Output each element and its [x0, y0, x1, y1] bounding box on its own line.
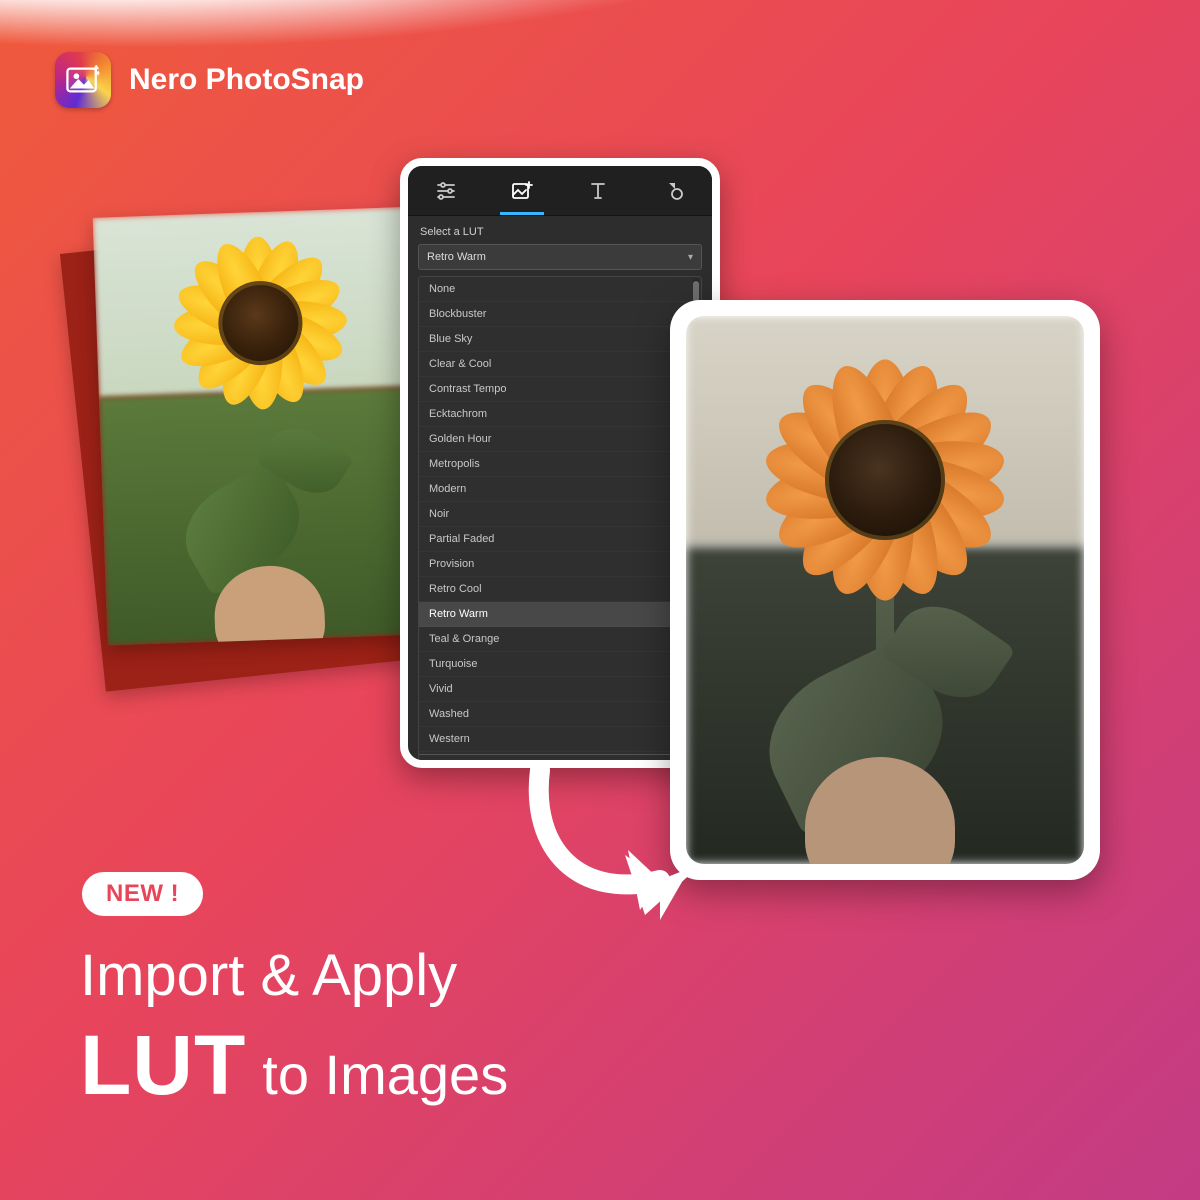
app-name: Nero PhotoSnap [129, 63, 364, 97]
lut-option[interactable]: Golden Hour [419, 427, 701, 452]
tab-adjust[interactable] [416, 166, 476, 215]
headline-line1: Import & Apply [80, 942, 508, 1010]
lut-select[interactable]: Retro Warm ▾ [418, 244, 702, 270]
promo-stage: Nero PhotoSnap [0, 0, 1200, 1200]
app-header: Nero PhotoSnap [55, 52, 364, 108]
lut-option[interactable]: Clear & Cool [419, 352, 701, 377]
lut-select-value: Retro Warm [427, 251, 486, 263]
lut-option[interactable]: Vivid [419, 677, 701, 702]
lut-option[interactable]: Western [419, 727, 701, 752]
photo-result-card [670, 300, 1100, 880]
app-icon [55, 52, 111, 108]
headline-lut: LUT [80, 1016, 246, 1115]
lut-option[interactable]: Partial Faded [419, 527, 701, 552]
panel-tab-bar [408, 166, 712, 216]
chevron-down-icon: ▾ [688, 252, 693, 263]
photo-original [93, 206, 436, 645]
lut-option[interactable]: Contrast Tempo [419, 377, 701, 402]
headline-tail: to Images [262, 1042, 508, 1108]
section-label: Select a LUT [408, 216, 712, 244]
tab-text[interactable] [568, 166, 628, 215]
tab-shapes[interactable] [644, 166, 704, 215]
headline: Import & Apply LUT to Images [80, 942, 508, 1116]
open-lut-file[interactable]: Open the LUT file [419, 754, 701, 768]
lut-option[interactable]: Blockbuster [419, 302, 701, 327]
lut-option[interactable]: Retro Warm [419, 602, 701, 627]
lut-option[interactable]: Modern [419, 477, 701, 502]
lut-option[interactable]: Blue Sky [419, 327, 701, 352]
tab-lut[interactable] [492, 166, 552, 215]
lut-option-list: NoneBlockbusterBlue SkyClear & CoolContr… [418, 276, 702, 768]
lut-option[interactable]: Ecktachrom [419, 402, 701, 427]
lut-option[interactable]: Retro Cool [419, 577, 701, 602]
lut-option[interactable]: Noir [419, 502, 701, 527]
lut-option[interactable]: None [419, 277, 701, 302]
new-badge: NEW ! [82, 872, 203, 916]
lut-option[interactable]: Teal & Orange [419, 627, 701, 652]
lut-option[interactable]: Provision [419, 552, 701, 577]
lut-option[interactable]: Turquoise [419, 652, 701, 677]
lut-option[interactable]: Metropolis [419, 452, 701, 477]
lut-option[interactable]: Washed [419, 702, 701, 727]
